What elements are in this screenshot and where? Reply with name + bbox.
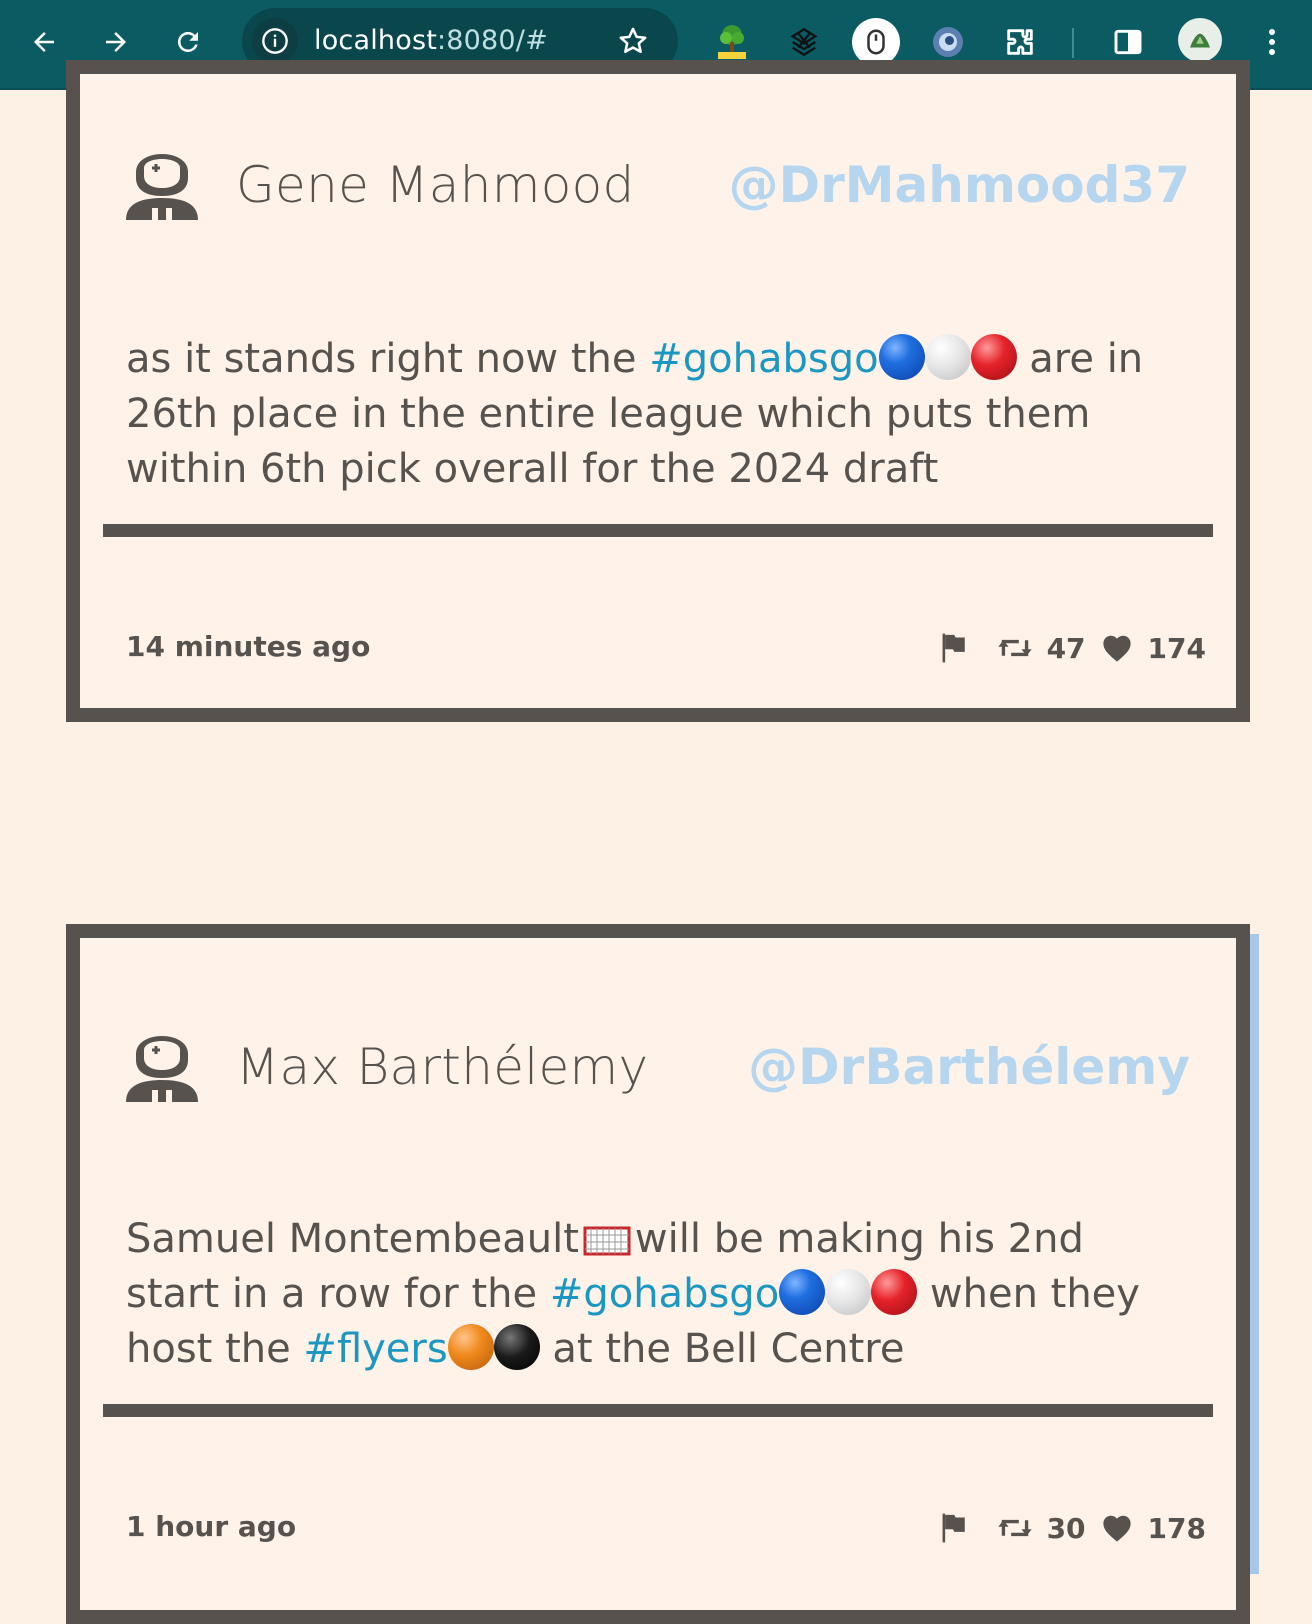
hashtag-link[interactable]: #flyers	[303, 1326, 447, 1372]
hashtag-link[interactable]: #gohabsgo	[649, 336, 878, 382]
circle-extension-button[interactable]	[926, 20, 970, 64]
html-tree-extension-button[interactable]	[710, 20, 754, 64]
reload-button[interactable]	[168, 22, 208, 62]
side-panel-button[interactable]	[1106, 20, 1150, 64]
html-tree-extension-icon	[718, 25, 746, 59]
mouse-extension-icon	[867, 29, 885, 55]
red-circle-emoji	[871, 1269, 918, 1315]
profile-avatar[interactable]	[1178, 18, 1222, 62]
info-icon	[262, 28, 288, 54]
back-button[interactable]	[24, 22, 64, 62]
site-info-button[interactable]	[252, 18, 298, 64]
blue-circle-emoji	[779, 1269, 826, 1315]
post-card: Max Barthélemy @DrBarthélemy Samuel Mont…	[66, 924, 1250, 1624]
more-menu-button[interactable]	[1250, 20, 1294, 64]
scroll-accent-bar	[1249, 934, 1259, 1574]
white-circle-emoji	[924, 334, 971, 380]
like-count: 174	[1147, 631, 1206, 665]
bookmark-star-button[interactable]	[616, 24, 650, 62]
post-body: Samuel Montembeault will be making his 2n…	[126, 1212, 1166, 1377]
retweet-count: 30	[1046, 1511, 1086, 1545]
reload-icon	[177, 31, 198, 52]
arrow-left-icon	[34, 32, 54, 52]
arrow-right-icon	[106, 32, 126, 52]
retweet-icon[interactable]	[997, 633, 1033, 663]
post-card: Gene Mahmood @DrMahmood37 as it stands r…	[66, 60, 1250, 722]
extensions-button[interactable]	[998, 20, 1042, 64]
flag-icon[interactable]	[937, 1511, 969, 1545]
post-timestamp: 1 hour ago	[126, 1510, 297, 1543]
red-circle-emoji	[970, 334, 1017, 380]
post-body: as it stands right now the #gohabsgo are…	[126, 332, 1166, 497]
post-timestamp: 14 minutes ago	[126, 630, 371, 663]
flag-icon[interactable]	[937, 631, 969, 665]
goal-net-emoji	[583, 1226, 631, 1256]
author-name: Gene Mahmood	[236, 156, 635, 214]
post-actions: 30 178	[937, 1508, 1206, 1548]
profile-avatar-icon	[1190, 33, 1210, 48]
blender-extension-icon	[790, 27, 818, 57]
author-handle[interactable]: @DrMahmood37	[729, 156, 1190, 214]
side-panel-icon	[1114, 29, 1142, 55]
post-text: at the Bell Centre	[539, 1326, 905, 1372]
blue-circle-emoji	[878, 334, 925, 380]
like-count: 178	[1147, 1511, 1206, 1545]
retweet-icon[interactable]	[997, 1513, 1033, 1543]
toolbar-separator	[1072, 28, 1074, 58]
more-menu-icon	[1269, 29, 1275, 55]
heart-icon[interactable]	[1100, 1513, 1134, 1543]
retweet-count: 47	[1046, 631, 1086, 665]
orange-circle-emoji	[447, 1324, 494, 1370]
forward-button[interactable]	[96, 22, 136, 62]
url-text: localhost:8080/#	[314, 25, 548, 56]
robot-avatar-icon	[126, 1036, 198, 1102]
white-circle-emoji	[825, 1269, 872, 1315]
heart-icon[interactable]	[1100, 633, 1134, 663]
mouse-extension-button[interactable]	[852, 18, 900, 66]
hashtag-link[interactable]: #gohabsgo	[550, 1271, 779, 1317]
robot-avatar-icon	[126, 154, 198, 220]
puzzle-extensions-icon	[1007, 29, 1033, 55]
author-name: Max Barthélemy	[236, 1038, 649, 1096]
circle-extension-icon	[933, 27, 963, 57]
post-text: Samuel Montembeault	[126, 1216, 579, 1262]
author-handle[interactable]: @DrBarthélemy	[748, 1038, 1190, 1096]
blender-extension-button[interactable]	[782, 20, 826, 64]
post-divider	[103, 524, 1213, 537]
post-text: as it stands right now the	[126, 336, 650, 382]
post-actions: 47 174	[937, 628, 1206, 668]
post-divider	[103, 1404, 1213, 1417]
black-circle-emoji	[493, 1324, 540, 1370]
star-icon	[619, 27, 647, 54]
